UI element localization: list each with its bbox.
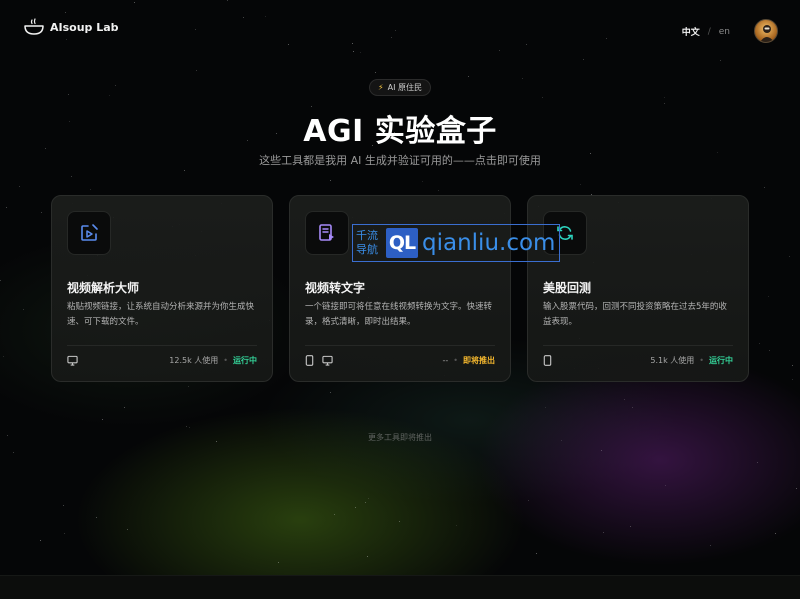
card-title: 视频解析大师 <box>67 281 140 295</box>
avatar-icon <box>760 25 774 42</box>
device-list <box>67 355 78 366</box>
watermark-logo: QL <box>386 228 418 258</box>
transcript-icon <box>319 224 334 241</box>
card-meta: 5.1k 人使用 • 运行中 <box>650 355 733 366</box>
card-title: 美股回测 <box>543 281 592 295</box>
page-subtitle: 这些工具都是我用 AI 生成并验证可用的——点击即可使用 <box>259 154 541 167</box>
hero-badge-label: AI 原住民 <box>387 83 422 92</box>
usage-count: 12.5k 人使用 <box>169 356 219 365</box>
lightning-icon: ⚡ <box>378 83 384 92</box>
meta-dot: • <box>223 356 228 365</box>
watermark-url: qianliu.com <box>422 230 556 256</box>
language-switcher: 中文 / en <box>682 25 730 39</box>
usage-count: -- <box>442 356 449 365</box>
card-meta: 12.5k 人使用 • 运行中 <box>169 355 257 366</box>
card-description: 一个链接即可将任意在线视频转换为文字。快速转录，格式清晰，即时出结果。 <box>305 302 493 327</box>
tool-card-video-parser[interactable]: 视频解析大师 粘贴视频链接，让系统自动分析来源并为你生成快速、可下载的文件。 1… <box>51 195 273 382</box>
card-icon-box <box>305 211 349 255</box>
logo-text: AIsoup Lab <box>50 20 119 34</box>
logo[interactable]: AIsoup Lab <box>24 18 119 36</box>
hero-badge: ⚡ AI 原住民 <box>369 79 431 96</box>
device-list <box>543 355 552 366</box>
lang-en-link[interactable]: en <box>719 27 730 37</box>
card-description: 粘贴视频链接，让系统自动分析来源并为你生成快速、可下载的文件。 <box>67 302 255 327</box>
mobile-icon <box>305 355 314 366</box>
usage-count: 5.1k 人使用 <box>650 356 695 365</box>
device-list <box>305 355 333 366</box>
desktop-icon <box>67 355 78 366</box>
avatar[interactable] <box>754 19 778 43</box>
card-divider <box>67 345 257 346</box>
lang-separator: / <box>707 26 711 37</box>
card-divider <box>543 345 733 346</box>
status-badge: 即将推出 <box>463 356 495 365</box>
watermark: 千流导航 QL qianliu.com <box>352 224 560 262</box>
card-icon-box <box>67 211 111 255</box>
watermark-cn: 千流导航 <box>356 229 378 256</box>
card-meta: -- • 即将推出 <box>443 355 496 366</box>
status-badge: 运行中 <box>709 356 733 365</box>
tool-card-us-stock-backtest[interactable]: 美股回测 输入股票代码，回测不同投资策略在过去5年的收益表现。 5.1k 人使用… <box>527 195 749 382</box>
meta-dot: • <box>453 356 458 365</box>
lang-zh-link[interactable]: 中文 <box>682 25 700 38</box>
status-badge: 运行中 <box>233 356 257 365</box>
mobile-icon <box>543 355 552 366</box>
desktop-icon <box>322 355 333 366</box>
more-tools-coming: 更多工具即将推出 <box>368 433 432 442</box>
soup-bowl-icon <box>24 18 44 35</box>
page-title: AGI 实验盒子 <box>303 114 497 149</box>
card-title: 视频转文字 <box>305 281 366 295</box>
meta-dot: • <box>699 356 704 365</box>
video-edit-icon <box>81 224 98 241</box>
card-divider <box>305 345 495 346</box>
card-description: 输入股票代码，回测不同投资策略在过去5年的收益表现。 <box>543 302 727 327</box>
